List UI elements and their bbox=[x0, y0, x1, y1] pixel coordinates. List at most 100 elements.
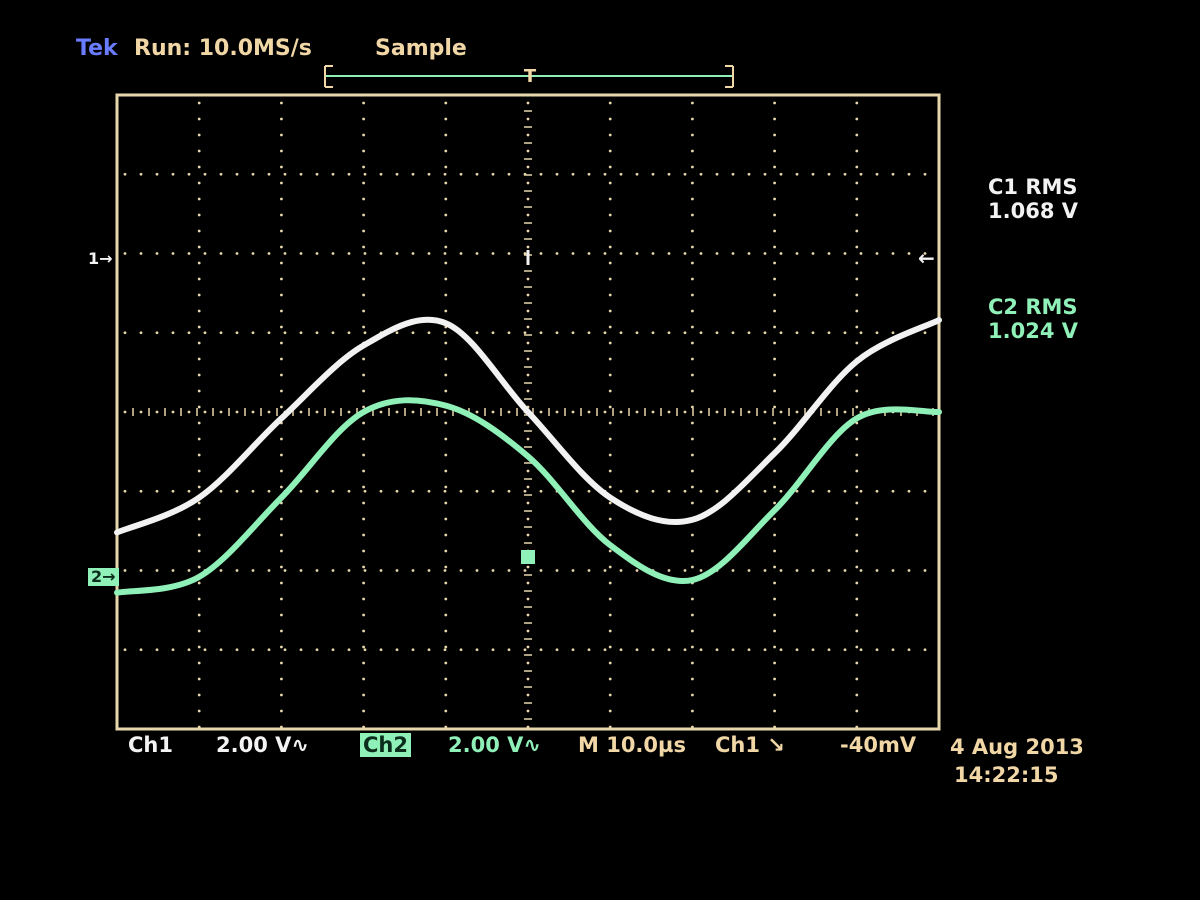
record-view-bracket: T bbox=[324, 65, 734, 88]
grid-dot bbox=[444, 213, 448, 217]
waveform-traces bbox=[114, 250, 942, 596]
grid-dot bbox=[691, 725, 694, 729]
grid-dot bbox=[587, 252, 591, 255]
grid-dot bbox=[459, 252, 463, 255]
grid-dot bbox=[443, 331, 447, 335]
grid-dot bbox=[475, 569, 479, 572]
grid-dot bbox=[283, 172, 287, 176]
grid-dot bbox=[691, 357, 694, 361]
grid-dot bbox=[171, 331, 175, 335]
grid-dot bbox=[608, 277, 612, 281]
grid-dot bbox=[507, 648, 511, 652]
grid-dot bbox=[907, 489, 911, 493]
timebase: M 10.0µs bbox=[578, 733, 686, 757]
grid-dot bbox=[171, 172, 175, 176]
grid-dot bbox=[315, 331, 319, 335]
grid-dot bbox=[773, 117, 776, 121]
grid-dot bbox=[875, 172, 879, 176]
grid-dot bbox=[763, 252, 767, 255]
grid-dot bbox=[691, 213, 694, 217]
grid-dot bbox=[855, 341, 859, 345]
grid-dot bbox=[197, 101, 201, 105]
grid-dot bbox=[651, 331, 655, 335]
grid-dot bbox=[526, 661, 530, 665]
grid-dot bbox=[155, 648, 159, 652]
grid-dot bbox=[691, 229, 694, 233]
grid-dot bbox=[855, 309, 859, 313]
grid-dot bbox=[773, 341, 776, 345]
grid-dot bbox=[608, 501, 612, 505]
grid-dot bbox=[139, 410, 143, 414]
grid-dot bbox=[526, 101, 530, 105]
grid-dot bbox=[526, 213, 530, 217]
grid-dot bbox=[331, 410, 335, 414]
grid-dot bbox=[691, 341, 694, 345]
grid-dot bbox=[280, 549, 283, 553]
grid-dot bbox=[187, 410, 191, 414]
grid-dot bbox=[608, 325, 612, 329]
grid-dot bbox=[691, 373, 694, 377]
grid-dot bbox=[603, 648, 607, 652]
grid-dot bbox=[197, 501, 201, 505]
grid-dot bbox=[811, 569, 815, 572]
grid-dot bbox=[683, 252, 687, 255]
grid-dot bbox=[526, 533, 530, 537]
grid-dot bbox=[491, 489, 495, 493]
grid-dot bbox=[379, 569, 383, 572]
channel-1-right-marker: ← bbox=[918, 246, 935, 270]
grid-dot bbox=[197, 373, 201, 377]
grid-dot bbox=[280, 661, 283, 665]
grid-dot bbox=[855, 485, 859, 489]
grid-dot bbox=[773, 373, 776, 377]
grid-dot bbox=[773, 501, 776, 505]
grid-dot bbox=[299, 489, 303, 493]
grid-dot bbox=[444, 197, 448, 201]
grid-dot bbox=[197, 565, 201, 569]
grid-dot bbox=[811, 648, 815, 652]
grid-dot bbox=[362, 133, 365, 137]
grid-dot bbox=[362, 117, 365, 121]
grid-dot bbox=[855, 725, 859, 729]
grid-dot bbox=[395, 569, 399, 572]
grid-dot bbox=[855, 517, 859, 521]
grid-dot bbox=[773, 661, 776, 665]
grid-dot bbox=[855, 581, 859, 585]
grid-dot bbox=[459, 569, 463, 572]
grid-dot bbox=[362, 165, 365, 169]
grid-dot bbox=[444, 357, 448, 361]
grid-dot bbox=[635, 569, 639, 572]
grid-dot bbox=[608, 293, 612, 297]
grid-dot bbox=[526, 597, 530, 601]
grid-dot bbox=[571, 172, 575, 176]
grid-dot bbox=[362, 293, 365, 297]
grid-dot bbox=[280, 485, 283, 489]
grid-dot bbox=[773, 485, 776, 489]
grid-dot bbox=[219, 410, 223, 414]
grid-dot bbox=[280, 165, 283, 169]
grid-dot bbox=[444, 165, 448, 169]
grid-dot bbox=[691, 661, 694, 665]
grid-dot bbox=[197, 421, 201, 425]
grid-dot bbox=[603, 410, 607, 414]
grid-dot bbox=[526, 181, 530, 185]
grid-dot bbox=[539, 648, 543, 652]
grid-dot bbox=[280, 245, 283, 249]
grid-dot bbox=[219, 252, 223, 255]
grid-dot bbox=[197, 453, 201, 457]
grid-dot bbox=[691, 325, 694, 329]
grid-dot bbox=[235, 331, 239, 335]
grid-dot bbox=[608, 597, 612, 601]
grid-dot bbox=[891, 569, 895, 572]
grid-dot bbox=[139, 489, 143, 493]
grid-dot bbox=[507, 172, 511, 176]
grid-dot bbox=[923, 172, 927, 176]
grid-dot bbox=[555, 648, 559, 652]
grid-dot bbox=[491, 172, 495, 176]
grid-dot bbox=[526, 357, 530, 361]
grid-dot bbox=[691, 613, 694, 617]
grid-dot bbox=[691, 389, 694, 393]
grid-dot bbox=[280, 405, 283, 409]
grid-dot bbox=[491, 331, 495, 335]
grid-dot bbox=[539, 172, 543, 176]
grid-dot bbox=[280, 453, 283, 457]
